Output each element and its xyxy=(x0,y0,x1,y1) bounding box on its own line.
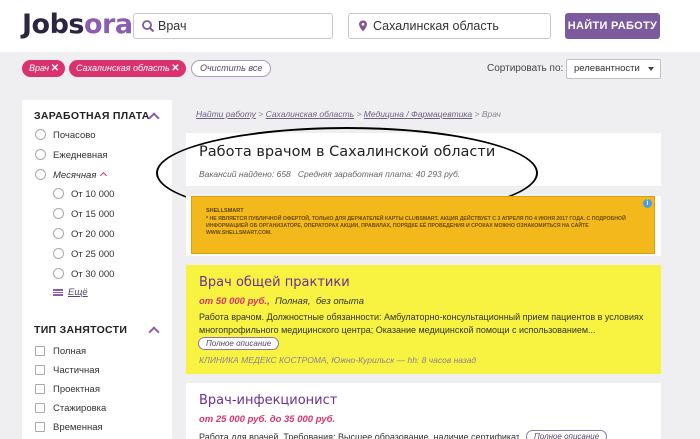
sort-select[interactable]: релевантности xyxy=(566,59,661,79)
search-icon xyxy=(142,20,155,33)
job-description: Работа врачом. Должностные обязанности: … xyxy=(199,312,644,335)
job-salary: от 25 000 руб. до 35 000 руб. xyxy=(199,414,336,425)
logo-accent-text: ora xyxy=(84,9,133,40)
job-meta: от 25 000 руб. до 35 000 руб. xyxy=(199,414,335,425)
active-filters-bar: Врач ✕ Сахалинская область ✕ Очистить вс… xyxy=(0,52,700,85)
employment-option-label: Полная xyxy=(53,346,87,357)
close-icon[interactable]: ✕ xyxy=(51,60,59,77)
ad-text: * НЕ ЯВЛЯЕТСЯ ПУБЛИЧНОЙ ОФЕРТОЙ, ТОЛЬКО … xyxy=(206,216,626,236)
job-card[interactable]: Врач общей практики от 50 000 руб., Полн… xyxy=(186,265,661,374)
salary-threshold-label: От 30 000 xyxy=(71,269,115,280)
job-meta: от 50 000 руб., Полная, без опыта xyxy=(199,296,364,307)
employment-filter-title: ТИП ЗАНЯТОСТИ xyxy=(34,324,128,336)
checkbox-project[interactable] xyxy=(35,384,45,394)
location-pin-icon xyxy=(359,20,367,32)
logo[interactable]: Jobsora xyxy=(22,9,133,40)
employment-option-label: Проектная xyxy=(53,384,100,395)
checkbox-part-time[interactable] xyxy=(35,365,45,375)
breadcrumb-separator: > xyxy=(474,109,480,119)
employment-option-label: Временная xyxy=(53,422,103,433)
ad-brand: SHELLSMART xyxy=(206,208,244,214)
radio-salary-15000[interactable] xyxy=(53,208,64,219)
salary-threshold-label: От 15 000 xyxy=(71,209,115,220)
breadcrumb-link-category[interactable]: Медицина / Фармацевтика xyxy=(364,109,472,119)
full-description-button[interactable]: Полное описание xyxy=(526,430,608,439)
salary-option-label: Ежедневная xyxy=(53,150,108,161)
find-job-button[interactable]: НАЙТИ РАБОТУ xyxy=(565,13,660,39)
job-title-link[interactable]: Врач общей практики xyxy=(199,275,350,290)
job-search-input[interactable] xyxy=(158,14,326,38)
show-more-link[interactable]: Ещё xyxy=(68,287,88,298)
location-field[interactable] xyxy=(348,13,551,39)
job-title-link[interactable]: Врач-инфекционист xyxy=(199,393,337,408)
filter-chip-query[interactable]: Врач ✕ xyxy=(22,60,66,77)
job-card[interactable]: Врач-инфекционист от 25 000 руб. до 35 0… xyxy=(186,383,661,439)
logo-text: Jobs xyxy=(22,9,85,40)
filter-chip-label: Врач xyxy=(29,63,50,73)
salary-option-label: Месячная xyxy=(53,170,97,181)
filter-chip-label: Сахалинская область xyxy=(76,63,170,73)
salary-option-label: Почасово xyxy=(53,130,96,141)
employment-option-label: Стажировка xyxy=(53,403,107,414)
breadcrumb-separator: > xyxy=(356,109,362,119)
radio-salary-10000[interactable] xyxy=(53,188,64,199)
radio-salary-30000[interactable] xyxy=(53,268,64,279)
chevron-up-icon[interactable] xyxy=(99,171,108,180)
breadcrumb-link-jobs[interactable]: Найти работу xyxy=(196,109,256,119)
job-salary: от 50 000 руб., xyxy=(199,296,270,307)
clear-all-button[interactable]: Очистить все xyxy=(191,60,272,77)
radio-salary-20000[interactable] xyxy=(53,228,64,239)
job-search-field[interactable] xyxy=(133,13,333,39)
full-description-button[interactable]: Полное описание xyxy=(198,337,280,350)
radio-monthly[interactable] xyxy=(35,169,46,180)
sort-label: Сортировать по: xyxy=(487,63,564,74)
list-icon xyxy=(53,289,63,296)
radio-salary-25000[interactable] xyxy=(53,248,64,259)
job-company: КЛИНИКА МЕДЕКС КОСТРОМА, Южно-Курильск —… xyxy=(199,355,477,365)
breadcrumb: Найти работу > Сахалинская область > Мед… xyxy=(196,109,501,119)
sort-select-value: релевантности xyxy=(574,63,640,74)
checkbox-full-time[interactable] xyxy=(35,346,45,356)
breadcrumb-link-region[interactable]: Сахалинская область xyxy=(266,109,354,119)
job-experience: без опыта xyxy=(315,296,364,307)
job-description: Работа для врачей. Требования: Высшее об… xyxy=(199,432,519,439)
job-employment-type: Полная, xyxy=(274,296,311,307)
salary-threshold-label: От 10 000 xyxy=(71,189,115,200)
checkbox-internship[interactable] xyxy=(35,403,45,413)
ad-content[interactable]: SHELLSMART * НЕ ЯВЛЯЕТСЯ ПУБЛИЧНОЙ ОФЕРТ… xyxy=(191,196,655,254)
salary-threshold-label: От 25 000 xyxy=(71,249,115,260)
caret-down-icon xyxy=(648,67,654,71)
salary-threshold-label: От 20 000 xyxy=(71,229,115,240)
checkbox-temporary[interactable] xyxy=(35,422,45,432)
breadcrumb-separator: > xyxy=(258,109,264,119)
filter-sidebar: ЗАРАБОТНАЯ ПЛАТА Почасово Ежедневная Мес… xyxy=(22,100,172,439)
chevron-up-icon[interactable] xyxy=(148,112,160,124)
close-icon[interactable]: ✕ xyxy=(171,60,179,77)
salary-filter-title: ЗАРАБОТНАЯ ПЛАТА xyxy=(34,110,150,122)
info-icon[interactable]: i xyxy=(643,199,652,208)
header: Jobsora НАЙТИ РАБОТУ xyxy=(0,0,700,52)
radio-daily[interactable] xyxy=(35,149,46,160)
breadcrumb-current: Врач xyxy=(481,109,501,119)
ad-banner[interactable]: SHELLSMART * НЕ ЯВЛЯЕТСЯ ПУБЛИЧНОЙ ОФЕРТ… xyxy=(186,196,661,256)
filter-chip-location[interactable]: Сахалинская область ✕ xyxy=(69,60,186,77)
chevron-up-icon[interactable] xyxy=(148,326,160,338)
radio-hourly[interactable] xyxy=(35,129,46,140)
employment-option-label: Частичная xyxy=(53,365,100,376)
location-input[interactable] xyxy=(373,14,544,38)
